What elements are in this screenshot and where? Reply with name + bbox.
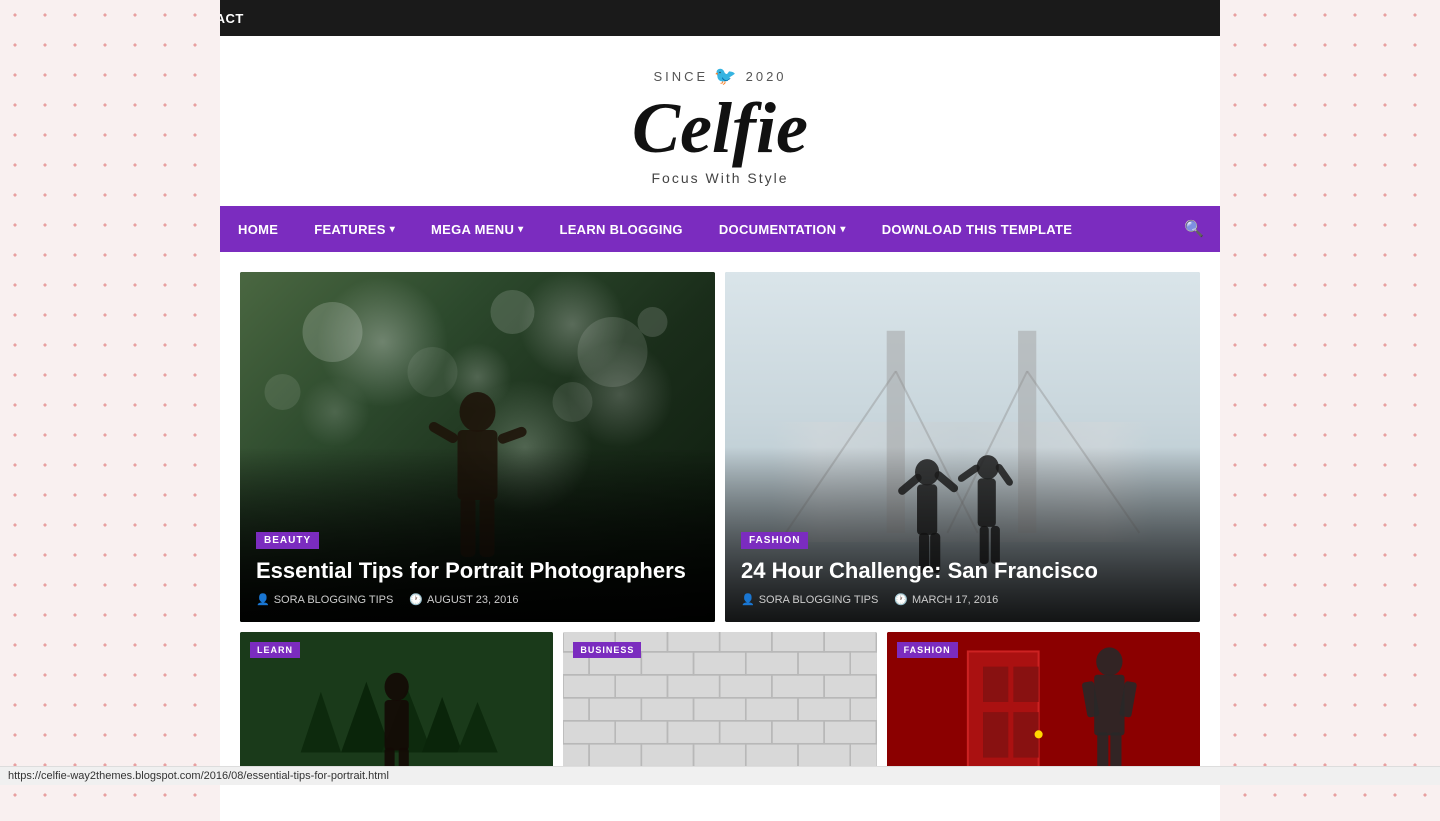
status-url: https://celfie-way2themes.blogspot.com/2…: [8, 770, 389, 782]
mega-menu-label: MEGA MENU: [431, 222, 514, 237]
post-1-title[interactable]: Essential Tips for Portrait Photographer…: [256, 557, 699, 586]
post-1-date: 🕐 AUGUST 23, 2016: [409, 593, 518, 606]
small-cards-grid: LEARN: [240, 632, 1200, 772]
background-left: [0, 0, 220, 785]
status-bar: https://celfie-way2themes.blogspot.com/2…: [0, 766, 1440, 785]
post-2-author: 👤 SORA BLOGGING TIPS: [741, 593, 878, 606]
documentation-arrow: ▾: [840, 224, 845, 235]
person-icon-2: 👤: [741, 593, 755, 606]
small-card-1[interactable]: LEARN: [240, 632, 553, 772]
clock-icon-2: 🕐: [894, 593, 908, 606]
small-card-3[interactable]: FASHION: [887, 632, 1200, 772]
logo-area: SINCE 🐦 2020 Celfie Focus With Style: [220, 36, 1220, 206]
purple-nav-mega-menu[interactable]: MEGA MENU ▾: [413, 206, 541, 252]
purple-nav-home[interactable]: HOME: [220, 206, 296, 252]
main-wrapper: SINCE 🐦 2020 Celfie Focus With Style HOM…: [220, 36, 1220, 821]
site-logo-subtitle: Focus With Style: [240, 170, 1200, 186]
logo-since: SINCE 🐦 2020: [240, 66, 1200, 87]
small-card-3-category[interactable]: FASHION: [897, 642, 958, 658]
post-2-overlay: FASHION 24 Hour Challenge: San Francisco…: [725, 514, 1200, 623]
post-2-title[interactable]: 24 Hour Challenge: San Francisco: [741, 557, 1184, 586]
post-1-category[interactable]: BEAUTY: [256, 532, 319, 549]
featured-post-1[interactable]: BEAUTY Essential Tips for Portrait Photo…: [240, 272, 715, 622]
small-card-2[interactable]: BUSINESS: [563, 632, 876, 772]
purple-nav: HOME FEATURES ▾ MEGA MENU ▾ LEARN BLOGGI…: [220, 206, 1220, 252]
purple-nav-items: HOME FEATURES ▾ MEGA MENU ▾ LEARN BLOGGI…: [220, 206, 1168, 252]
person-icon-1: 👤: [256, 593, 270, 606]
purple-nav-documentation[interactable]: DOCUMENTATION ▾: [701, 206, 864, 252]
clock-icon-1: 🕐: [409, 593, 423, 606]
since-text: SINCE: [653, 69, 708, 84]
site-logo-title[interactable]: Celfie: [240, 89, 1200, 168]
post-2-category[interactable]: FASHION: [741, 532, 808, 549]
post-1-overlay: BEAUTY Essential Tips for Portrait Photo…: [240, 514, 715, 623]
search-button[interactable]: 🔍: [1168, 206, 1220, 252]
small-card-1-category[interactable]: LEARN: [250, 642, 300, 658]
featured-post-2[interactable]: FASHION 24 Hour Challenge: San Francisco…: [725, 272, 1200, 622]
documentation-label: DOCUMENTATION: [719, 222, 837, 237]
purple-nav-learn-blogging[interactable]: LEARN BLOGGING: [541, 206, 700, 252]
post-1-meta: 👤 SORA BLOGGING TIPS 🕐 AUGUST 23, 2016: [256, 593, 699, 606]
features-arrow: ▾: [390, 224, 395, 235]
purple-nav-download[interactable]: DOWNLOAD THIS TEMPLATE: [864, 206, 1091, 252]
post-1-author: 👤 SORA BLOGGING TIPS: [256, 593, 393, 606]
post-2-date: 🕐 MARCH 17, 2016: [894, 593, 998, 606]
featured-grid: BEAUTY Essential Tips for Portrait Photo…: [240, 272, 1200, 622]
mega-menu-arrow: ▾: [518, 224, 523, 235]
post-2-meta: 👤 SORA BLOGGING TIPS 🕐 MARCH 17, 2016: [741, 593, 1184, 606]
search-icon: 🔍: [1184, 219, 1204, 239]
purple-nav-features[interactable]: FEATURES ▾: [296, 206, 413, 252]
features-label: FEATURES: [314, 222, 386, 237]
small-card-2-category[interactable]: BUSINESS: [573, 642, 641, 658]
background-right: [1220, 0, 1440, 785]
bird-icon: 🐦: [714, 66, 739, 87]
year-text: 2020: [746, 69, 787, 84]
